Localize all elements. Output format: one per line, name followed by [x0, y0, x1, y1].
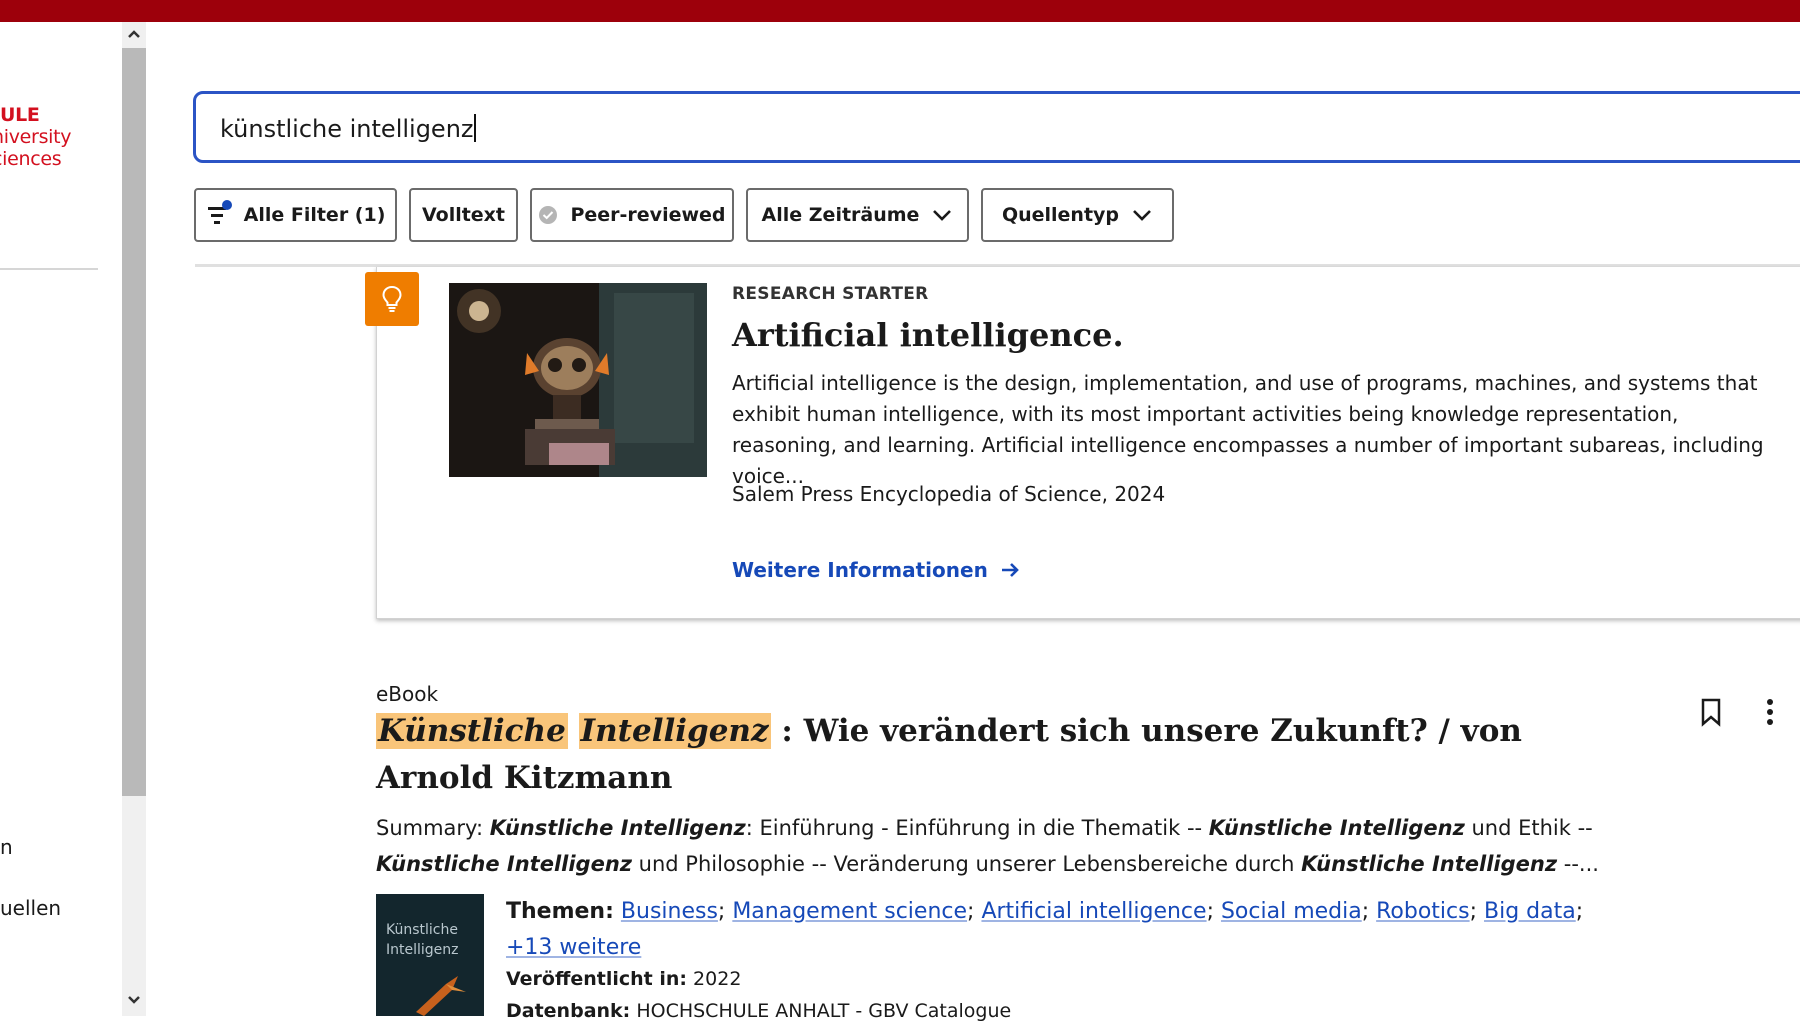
scroll-thumb[interactable] — [122, 48, 146, 796]
logo-line-2: niversity — [0, 126, 72, 148]
more-information-link[interactable]: Weitere Informationen — [732, 558, 1020, 582]
more-information-label: Weitere Informationen — [732, 558, 988, 582]
research-starter-source: Salem Press Encyclopedia of Science, 202… — [732, 482, 1166, 506]
summary-label: Summary: — [376, 816, 490, 840]
filter-icon — [207, 200, 232, 224]
research-starter-kicker: RESEARCH STARTER — [732, 284, 929, 304]
research-starter-image[interactable] — [449, 283, 707, 477]
chevron-down-icon — [1133, 210, 1151, 221]
summary-keyword: Künstliche Intelligenz — [489, 816, 746, 840]
sidebar: ULE niversity ciences n uellen — [0, 22, 122, 1016]
database-value: HOCHSCHULE ANHALT - GBV Catalogue — [630, 1000, 1012, 1022]
theme-link-artificial-intelligence[interactable]: Artificial intelligence — [981, 899, 1206, 924]
peer-reviewed-badge-icon — [539, 206, 558, 224]
research-starter-title[interactable]: Artificial intelligence. — [732, 316, 1124, 354]
scroll-up-arrow-icon[interactable] — [122, 22, 146, 46]
sidebar-item-1[interactable]: n — [0, 835, 13, 859]
book-cover-title: Künstliche Intelligenz — [386, 922, 459, 958]
sidebar-divider — [0, 268, 98, 270]
summary-text: --... — [1557, 852, 1599, 876]
published-info: Veröffentlicht in: 2022 — [506, 968, 741, 990]
summary-keyword: Künstliche Intelligenz — [376, 852, 632, 876]
result-summary: Summary: Künstliche Intelligenz: Einführ… — [376, 810, 1636, 882]
timeframe-dropdown[interactable]: Alle Zeiträume — [746, 188, 969, 242]
fulltext-filter-button[interactable]: Volltext — [409, 188, 518, 242]
result-title[interactable]: Künstliche Intelligenz : Wie verändert s… — [376, 708, 1576, 802]
database-label: Datenbank: — [506, 1000, 631, 1022]
search-input[interactable]: künstliche intelligenz — [193, 91, 1800, 163]
result-type: eBook — [376, 682, 439, 706]
sidebar-scrollbar[interactable] — [122, 22, 146, 1016]
bookmark-icon[interactable] — [1699, 697, 1723, 727]
result-themes: Themen: Business; Management science; Ar… — [506, 899, 1584, 960]
scroll-down-arrow-icon[interactable] — [122, 988, 146, 1012]
summary-keyword: Künstliche Intelligenz — [1208, 816, 1465, 840]
more-themes-link[interactable]: +13 weitere — [506, 935, 641, 960]
theme-link-business[interactable]: Business — [621, 899, 718, 924]
timeframe-label: Alle Zeiträume — [761, 204, 920, 226]
book-cover-image[interactable]: Künstliche Intelligenz — [376, 894, 484, 1016]
themes-label: Themen: — [506, 899, 614, 924]
theme-link-robotics[interactable]: Robotics — [1376, 899, 1469, 924]
more-options-icon[interactable] — [1764, 697, 1776, 727]
all-filters-button[interactable]: Alle Filter (1) — [194, 188, 397, 242]
source-type-dropdown[interactable]: Quellentyp — [981, 188, 1174, 242]
peer-reviewed-filter-button[interactable]: Peer-reviewed — [530, 188, 734, 242]
sidebar-item-2[interactable]: uellen — [0, 896, 61, 920]
database-info: Datenbank: HOCHSCHULE ANHALT - GBV Catal… — [506, 1000, 1011, 1022]
summary-keyword: Künstliche Intelligenz — [1301, 852, 1558, 876]
peer-reviewed-label: Peer-reviewed — [570, 204, 726, 226]
theme-link-big-data[interactable]: Big data — [1484, 899, 1576, 924]
summary-text: und Ethik -- — [1464, 816, 1593, 840]
chevron-down-icon — [933, 210, 952, 221]
fulltext-label: Volltext — [421, 204, 506, 226]
top-accent-bar — [0, 0, 1800, 22]
published-label: Veröffentlicht in: — [506, 968, 688, 990]
summary-text: und Philosophie -- Veränderung unserer L… — [632, 852, 1302, 876]
arrow-right-icon — [1001, 563, 1019, 577]
search-input-value[interactable]: künstliche intelligenz — [220, 114, 476, 143]
source-type-label: Quellentyp — [1001, 204, 1120, 226]
summary-text: : Einführung - Einführung in die Themati… — [745, 816, 1209, 840]
logo-line-1: ULE — [0, 104, 40, 126]
title-highlight-2: Intelligenz — [578, 713, 771, 749]
text-caret — [473, 114, 476, 142]
title-highlight-1: Künstliche — [376, 713, 568, 749]
published-value: 2022 — [687, 968, 742, 990]
research-starter-description: Artificial intelligence is the design, i… — [732, 371, 1764, 488]
search-query: künstliche intelligenz — [220, 115, 474, 143]
all-filters-label: Alle Filter (1) — [243, 204, 386, 226]
theme-link-social-media[interactable]: Social media — [1221, 899, 1362, 924]
theme-link-management-science[interactable]: Management science — [732, 899, 967, 924]
logo-line-3: ciences — [0, 148, 62, 170]
lightbulb-icon — [365, 272, 419, 326]
